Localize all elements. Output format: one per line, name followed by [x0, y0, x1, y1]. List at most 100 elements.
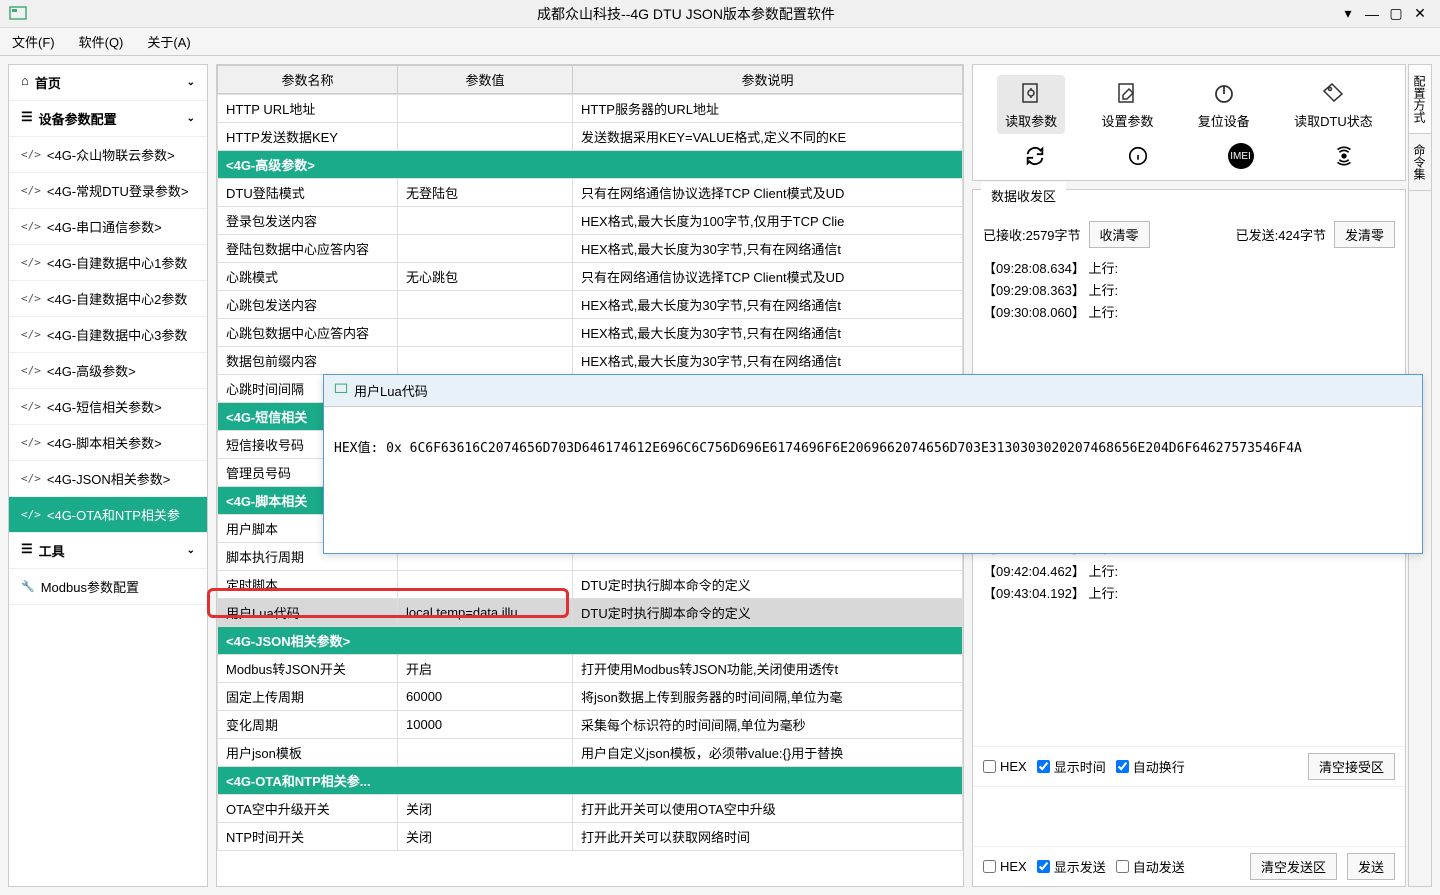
- auto-send-checkbox[interactable]: 自动发送: [1116, 857, 1185, 876]
- param-name[interactable]: 登陆包数据中心应答内容: [218, 235, 398, 263]
- sidebar-item[interactable]: </><4G-短信相关参数>: [9, 389, 207, 425]
- param-value[interactable]: [398, 291, 573, 319]
- menu-about[interactable]: 关于(A): [147, 32, 190, 51]
- menu-file[interactable]: 文件(F): [12, 32, 55, 51]
- param-name[interactable]: 心跳包发送内容: [218, 291, 398, 319]
- param-name[interactable]: HTTP发送数据KEY: [218, 123, 398, 151]
- minimize-button[interactable]: —: [1360, 6, 1384, 22]
- sidebar-item[interactable]: </><4G-自建数据中心3参数: [9, 317, 207, 353]
- send-button[interactable]: 发送: [1347, 853, 1395, 880]
- send-text-area[interactable]: [973, 786, 1405, 846]
- param-name[interactable]: 固定上传周期: [218, 683, 398, 711]
- table-row[interactable]: 固定上传周期60000将json数据上传到服务器的时间间隔,单位为毫: [218, 683, 963, 711]
- table-row[interactable]: Modbus转JSON开关开启打开使用Modbus转JSON功能,关闭使用透传t: [218, 655, 963, 683]
- sidebar-modbus[interactable]: 🔧 Modbus参数配置: [9, 569, 207, 605]
- sync-icon[interactable]: [1021, 142, 1049, 170]
- clear-recv-button[interactable]: 清空接受区: [1308, 753, 1395, 780]
- sidebar-home[interactable]: ⌂首页 ⌄: [9, 65, 207, 101]
- param-value[interactable]: 关闭: [398, 823, 573, 851]
- maximize-button[interactable]: ▢: [1384, 5, 1408, 22]
- param-name[interactable]: 用户json模板: [218, 739, 398, 767]
- param-name[interactable]: 用户Lua代码: [218, 599, 398, 627]
- sidebar-item[interactable]: </><4G-高级参数>: [9, 353, 207, 389]
- table-row[interactable]: HTTP URL地址HTTP服务器的URL地址: [218, 95, 963, 123]
- sidebar-item[interactable]: </><4G-自建数据中心2参数: [9, 281, 207, 317]
- sidebar-item[interactable]: </><4G-JSON相关参数>: [9, 461, 207, 497]
- sidebar-item[interactable]: </><4G-脚本相关参数>: [9, 425, 207, 461]
- param-value[interactable]: [398, 571, 573, 599]
- sidebar-tools[interactable]: ☰工具 ⌄: [9, 533, 207, 569]
- param-value[interactable]: local temp=data.illu...: [398, 599, 573, 627]
- param-value[interactable]: 无登陆包: [398, 179, 573, 207]
- auto-wrap-checkbox[interactable]: 自动换行: [1116, 757, 1185, 776]
- param-name[interactable]: OTA空中升级开关: [218, 795, 398, 823]
- send-hex-checkbox[interactable]: HEX: [983, 859, 1027, 874]
- vtab-config[interactable]: 配置方式: [1409, 65, 1431, 134]
- table-row[interactable]: 用户Lua代码local temp=data.illu...DTU定时执行脚本命…: [218, 599, 963, 627]
- recv-hex-checkbox[interactable]: HEX: [983, 759, 1027, 774]
- sidebar-item[interactable]: </><4G-自建数据中心1参数: [9, 245, 207, 281]
- param-value[interactable]: [398, 739, 573, 767]
- table-row[interactable]: 变化周期10000采集每个标识符的时间间隔,单位为毫秒: [218, 711, 963, 739]
- param-name[interactable]: NTP时间开关: [218, 823, 398, 851]
- send-clear-button[interactable]: 发清零: [1334, 221, 1395, 248]
- sidebar-item[interactable]: </><4G-串口通信参数>: [9, 209, 207, 245]
- sidebar-config[interactable]: ☰设备参数配置 ⌄: [9, 101, 207, 137]
- table-row[interactable]: 用户json模板用户自定义json模板，必须带value:{}用于替换: [218, 739, 963, 767]
- table-row[interactable]: DTU登陆模式无登陆包只有在网络通信协议选择TCP Client模式及UD: [218, 179, 963, 207]
- table-row[interactable]: <4G-OTA和NTP相关参...: [218, 767, 963, 795]
- table-row[interactable]: 心跳包发送内容HEX格式,最大长度为30字节,只有在网络通信t: [218, 291, 963, 319]
- table-row[interactable]: 数据包前缀内容HEX格式,最大长度为30字节,只有在网络通信t: [218, 347, 963, 375]
- param-value[interactable]: [398, 207, 573, 235]
- reset-device-button[interactable]: 复位设备: [1190, 75, 1258, 134]
- table-row[interactable]: NTP时间开关关闭打开此开关可以获取网络时间: [218, 823, 963, 851]
- table-row[interactable]: <4G-高级参数>: [218, 151, 963, 179]
- section-header[interactable]: <4G-JSON相关参数>: [218, 627, 963, 655]
- param-name[interactable]: 心跳模式: [218, 263, 398, 291]
- read-params-button[interactable]: 读取参数: [997, 75, 1065, 134]
- param-value[interactable]: 关闭: [398, 795, 573, 823]
- table-row[interactable]: 心跳模式无心跳包只有在网络通信协议选择TCP Client模式及UD: [218, 263, 963, 291]
- recv-clear-button[interactable]: 收清零: [1089, 221, 1150, 248]
- param-name[interactable]: 数据包前缀内容: [218, 347, 398, 375]
- close-button[interactable]: ✕: [1408, 5, 1432, 22]
- param-name[interactable]: 定时脚本: [218, 571, 398, 599]
- table-row[interactable]: <4G-JSON相关参数>: [218, 627, 963, 655]
- sidebar-item[interactable]: </><4G-OTA和NTP相关参: [9, 497, 207, 533]
- show-send-checkbox[interactable]: 显示发送: [1037, 857, 1106, 876]
- table-row[interactable]: 登录包发送内容HEX格式,最大长度为100字节,仅用于TCP Clie: [218, 207, 963, 235]
- param-name[interactable]: 变化周期: [218, 711, 398, 739]
- dropdown-icon[interactable]: ▾: [1336, 5, 1360, 22]
- section-header[interactable]: <4G-OTA和NTP相关参...: [218, 767, 963, 795]
- imei-icon[interactable]: IMEI: [1227, 142, 1255, 170]
- param-value[interactable]: [398, 235, 573, 263]
- menu-software[interactable]: 软件(Q): [79, 32, 124, 51]
- param-name[interactable]: DTU登陆模式: [218, 179, 398, 207]
- set-params-button[interactable]: 设置参数: [1093, 75, 1161, 134]
- param-value[interactable]: 开启: [398, 655, 573, 683]
- table-row[interactable]: OTA空中升级开关关闭打开此开关可以使用OTA空中升级: [218, 795, 963, 823]
- section-header[interactable]: <4G-高级参数>: [218, 151, 963, 179]
- info-icon[interactable]: [1124, 142, 1152, 170]
- signal-icon[interactable]: [1330, 142, 1358, 170]
- table-row[interactable]: 定时脚本DTU定时执行脚本命令的定义: [218, 571, 963, 599]
- param-value[interactable]: [398, 347, 573, 375]
- param-name[interactable]: 登录包发送内容: [218, 207, 398, 235]
- vtab-cmd[interactable]: 命令集: [1409, 134, 1431, 191]
- param-name[interactable]: Modbus转JSON开关: [218, 655, 398, 683]
- read-status-button[interactable]: 读取DTU状态: [1286, 75, 1381, 134]
- param-value[interactable]: [398, 319, 573, 347]
- param-name[interactable]: 心跳包数据中心应答内容: [218, 319, 398, 347]
- param-value[interactable]: [398, 123, 573, 151]
- popup-titlebar[interactable]: 用户Lua代码: [324, 375, 1422, 407]
- param-value[interactable]: 10000: [398, 711, 573, 739]
- table-row[interactable]: HTTP发送数据KEY发送数据采用KEY=VALUE格式,定义不同的KE: [218, 123, 963, 151]
- param-name[interactable]: HTTP URL地址: [218, 95, 398, 123]
- clear-send-button[interactable]: 清空发送区: [1250, 853, 1337, 880]
- show-time-checkbox[interactable]: 显示时间: [1037, 757, 1106, 776]
- table-row[interactable]: 登陆包数据中心应答内容HEX格式,最大长度为30字节,只有在网络通信t: [218, 235, 963, 263]
- table-row[interactable]: 心跳包数据中心应答内容HEX格式,最大长度为30字节,只有在网络通信t: [218, 319, 963, 347]
- param-value[interactable]: 无心跳包: [398, 263, 573, 291]
- sidebar-item[interactable]: </><4G-众山物联云参数>: [9, 137, 207, 173]
- param-value[interactable]: [398, 95, 573, 123]
